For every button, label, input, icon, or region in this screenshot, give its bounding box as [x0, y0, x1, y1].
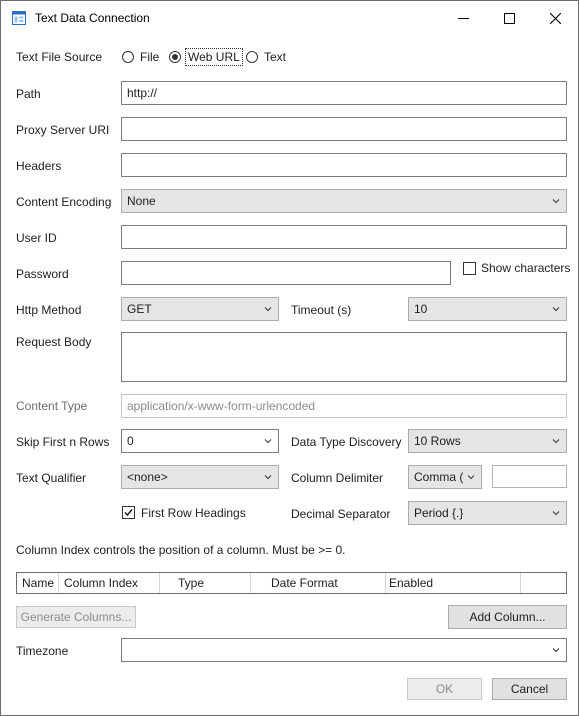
chevron-down-icon	[467, 475, 475, 480]
proxy-label: Proxy Server URI	[16, 123, 110, 137]
cancel-button[interactable]: Cancel	[492, 678, 567, 700]
path-label: Path	[16, 87, 41, 101]
grid-header-column-index[interactable]: Column Index	[59, 573, 160, 593]
user-id-label: User ID	[16, 231, 57, 245]
minimize-button[interactable]	[440, 1, 486, 35]
radio-text[interactable]	[246, 51, 258, 63]
text-qualifier-value: <none>	[127, 470, 168, 484]
timezone-select[interactable]	[121, 638, 567, 662]
data-type-discovery-select[interactable]: 10 Rows	[408, 429, 567, 453]
radio-web-url-label[interactable]: Web URL	[185, 48, 243, 66]
content-encoding-value: None	[127, 194, 156, 208]
grid-header-enabled[interactable]: Enabled	[386, 573, 521, 593]
text-file-source-label: Text File Source	[16, 50, 103, 64]
chevron-down-icon	[552, 648, 560, 653]
column-index-note: Column Index controls the position of a …	[16, 543, 346, 557]
decimal-separator-select[interactable]: Period {.}	[408, 501, 567, 525]
column-delimiter-custom-input[interactable]	[492, 465, 567, 488]
path-input[interactable]: http://	[121, 81, 567, 105]
http-method-select[interactable]: GET	[121, 297, 279, 321]
column-delimiter-select[interactable]: Comma (	[408, 465, 482, 489]
skip-rows-value: 0	[127, 434, 134, 448]
maximize-icon	[503, 12, 515, 24]
decimal-separator-value: Period {.}	[414, 506, 464, 520]
add-column-button[interactable]: Add Column...	[448, 605, 567, 629]
radio-selected-dot	[172, 54, 178, 60]
http-method-value: GET	[127, 302, 152, 316]
decimal-separator-label: Decimal Separator	[291, 507, 391, 521]
password-input[interactable]	[121, 261, 451, 285]
grid-header-type[interactable]: Type	[160, 573, 251, 593]
app-icon	[12, 11, 26, 25]
request-body-input[interactable]	[121, 332, 567, 382]
first-row-headings-checkbox[interactable]	[122, 506, 135, 519]
chevron-down-icon	[552, 439, 560, 444]
show-characters-label[interactable]: Show characters	[481, 261, 570, 275]
radio-text-label[interactable]: Text	[264, 50, 286, 64]
skip-rows-label: Skip First n Rows	[16, 435, 110, 449]
dialog-window: Text Data Connection Text File Source Fi…	[0, 0, 579, 716]
radio-file[interactable]	[122, 51, 134, 63]
columns-grid[interactable]: Name Column Index Type Date Format Enabl…	[16, 572, 567, 594]
show-characters-checkbox[interactable]	[463, 262, 476, 275]
text-qualifier-select[interactable]: <none>	[121, 465, 279, 489]
chevron-down-icon	[552, 511, 560, 516]
ok-button[interactable]: OK	[407, 678, 482, 700]
timeout-value: 10	[414, 302, 428, 316]
headers-input[interactable]	[121, 153, 567, 177]
window-title: Text Data Connection	[35, 11, 150, 25]
path-value: http://	[127, 86, 158, 100]
column-delimiter-value: Comma (	[414, 470, 464, 484]
content-encoding-label: Content Encoding	[16, 195, 112, 209]
text-qualifier-label: Text Qualifier	[16, 471, 87, 485]
content-encoding-select[interactable]: None	[121, 189, 567, 213]
timezone-label: Timezone	[16, 644, 69, 658]
chevron-down-icon	[264, 475, 272, 480]
password-label: Password	[16, 267, 69, 281]
skip-rows-select[interactable]: 0	[121, 429, 279, 453]
timeout-label: Timeout (s)	[291, 303, 352, 317]
proxy-input[interactable]	[121, 117, 567, 141]
radio-web-url[interactable]	[169, 51, 181, 63]
timeout-select[interactable]: 10	[408, 297, 567, 321]
headers-label: Headers	[16, 159, 62, 173]
chevron-down-icon	[552, 307, 560, 312]
title-bar[interactable]: Text Data Connection	[1, 1, 578, 35]
grid-header-date-format[interactable]: Date Format	[251, 573, 386, 593]
generate-columns-button[interactable]: Generate Columns...	[16, 606, 136, 628]
http-method-label: Http Method	[16, 303, 82, 317]
data-type-discovery-label: Data Type Discovery	[291, 435, 402, 449]
checkmark-icon	[124, 509, 133, 517]
grid-header-name[interactable]: Name	[17, 573, 59, 593]
close-icon	[549, 12, 561, 24]
minimize-icon	[457, 17, 469, 19]
chevron-down-icon	[552, 199, 560, 204]
chevron-down-icon	[264, 439, 272, 444]
chevron-down-icon	[264, 307, 272, 312]
first-row-headings-label[interactable]: First Row Headings	[141, 506, 246, 520]
column-delimiter-label: Column Delimiter	[291, 471, 384, 485]
maximize-button[interactable]	[486, 1, 532, 35]
close-button[interactable]	[532, 1, 578, 35]
request-body-label: Request Body	[16, 335, 92, 349]
radio-file-label[interactable]: File	[140, 50, 159, 64]
data-type-discovery-value: 10 Rows	[414, 434, 461, 448]
content-type-label: Content Type	[16, 399, 88, 413]
content-type-input[interactable]: application/x-www-form-urlencoded	[121, 394, 567, 418]
user-id-input[interactable]	[121, 225, 567, 249]
content-type-placeholder: application/x-www-form-urlencoded	[127, 399, 316, 413]
